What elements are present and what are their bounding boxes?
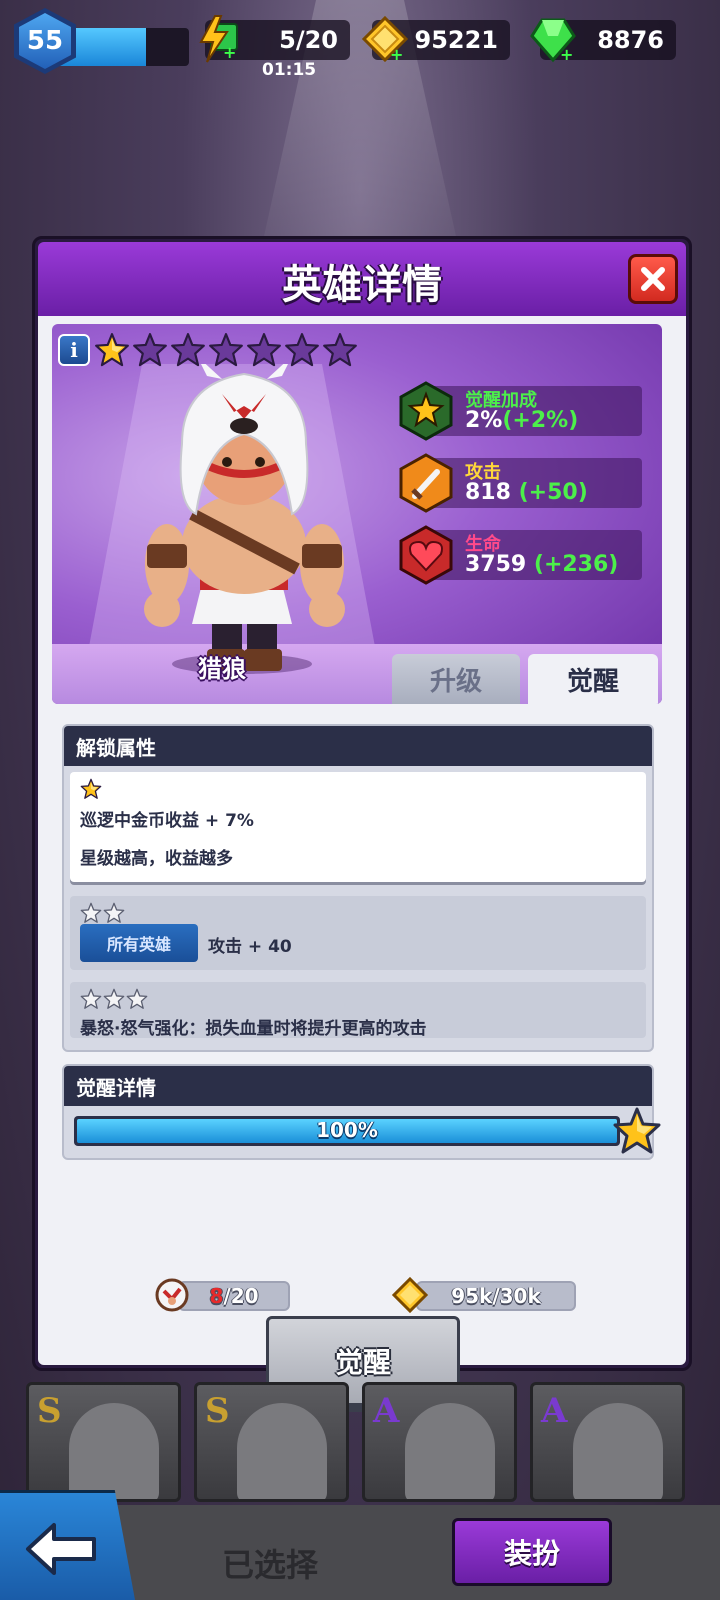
unlock-attributes-section: 解锁属性 巡逻中金币收益 + 7% 星级越高，收益越多 所有英雄 攻击 + 40… bbox=[62, 724, 654, 1052]
stat-value: 818 (+50) bbox=[465, 480, 588, 505]
energy-value: 5/20 bbox=[279, 26, 338, 54]
level-number: 55 bbox=[19, 13, 71, 69]
hero-card[interactable]: A bbox=[530, 1382, 685, 1502]
gray-star-icon bbox=[80, 902, 102, 923]
energy-timer: 01:15 bbox=[262, 60, 317, 80]
unlock-item-3-star: 暴怒·怒气强化：损失血量时将提升更高的攻击 bbox=[70, 982, 646, 1039]
unlock-stars bbox=[80, 902, 125, 924]
hero-star-rating bbox=[94, 332, 358, 368]
all-heroes-tag: 所有英雄 bbox=[80, 924, 198, 962]
empty-star-icon bbox=[323, 333, 357, 367]
hero-rank: S bbox=[37, 1391, 62, 1431]
svg-text:+: + bbox=[223, 43, 236, 62]
empty-star-icon bbox=[171, 333, 205, 367]
star-badge-icon bbox=[399, 381, 453, 441]
gray-star-icon bbox=[126, 988, 148, 1009]
gray-star-icon bbox=[80, 988, 102, 1009]
energy-counter[interactable]: + 5/20 bbox=[199, 15, 350, 63]
unlock-item-2-star: 所有英雄 攻击 + 40 bbox=[70, 896, 646, 970]
info-icon: i bbox=[70, 338, 78, 362]
svg-text:+: + bbox=[560, 45, 573, 64]
modal-title: 英雄详情 bbox=[282, 262, 442, 308]
shard-have: 8 bbox=[209, 1284, 224, 1308]
gold-cost: 95k/30k bbox=[391, 1276, 576, 1314]
shard-cost: 8/20 bbox=[155, 1278, 290, 1312]
hero-character-image bbox=[144, 364, 345, 674]
back-button[interactable] bbox=[0, 1490, 135, 1600]
gold-coin-icon: + bbox=[361, 15, 409, 64]
gray-star-icon bbox=[103, 902, 125, 923]
hero-panel: i 猎狼 觉醒加成 2%(+2%) 攻击 818 (+50) 生命 3759 (… bbox=[52, 324, 662, 704]
close-button[interactable] bbox=[628, 254, 678, 304]
shard-need: /20 bbox=[223, 1284, 259, 1308]
awaken-progress-bar: 100% bbox=[74, 1116, 620, 1146]
modal-body: i 猎狼 觉醒加成 2%(+2%) 攻击 818 (+50) 生命 3759 (… bbox=[38, 316, 686, 1406]
hero-detail-modal: 英雄详情 i 猎狼 觉醒加成 2%(+2%) 攻击 818 (+50) 生命 3… bbox=[32, 236, 692, 1406]
gold-star-icon bbox=[613, 1107, 661, 1154]
unlock-stars bbox=[80, 988, 148, 1010]
gem-value: 8876 bbox=[597, 26, 664, 54]
dress-up-button[interactable]: 装扮 bbox=[452, 1518, 612, 1586]
unlock-attributes-title: 解锁属性 bbox=[64, 726, 652, 766]
stat-row: 攻击 818 (+50) bbox=[397, 453, 642, 513]
hero-card[interactable]: S bbox=[26, 1382, 181, 1502]
gold-counter[interactable]: + 95221 bbox=[361, 15, 510, 64]
empty-star-icon bbox=[133, 333, 167, 367]
svg-text:+: + bbox=[390, 45, 403, 64]
top-bar: 55 + 5/20 01:15 + 95221 + 8876 bbox=[0, 0, 720, 90]
modal-header: 英雄详情 bbox=[38, 242, 686, 316]
hero-rank: A bbox=[541, 1391, 568, 1431]
empty-star-icon bbox=[285, 333, 319, 367]
unlock-stars bbox=[80, 778, 102, 800]
unlock-text: 暴怒·怒气强化：损失血量时将提升更高的攻击 bbox=[80, 1019, 427, 1039]
close-icon bbox=[641, 267, 665, 291]
hero-portrait bbox=[573, 1403, 663, 1499]
stat-value: 3759 (+236) bbox=[465, 552, 619, 577]
gray-star-icon bbox=[103, 988, 125, 1009]
awaken-progress-label: 100% bbox=[316, 1118, 378, 1142]
empty-star-icon bbox=[247, 333, 281, 367]
shard-count: 8/20 bbox=[180, 1284, 288, 1308]
hero-rank: S bbox=[205, 1391, 230, 1431]
filled-star-icon bbox=[80, 778, 102, 799]
hero-card[interactable]: A bbox=[362, 1382, 517, 1502]
unlock-text: 巡逻中金币收益 + 7% bbox=[80, 811, 254, 831]
green-gem-icon: + bbox=[530, 18, 576, 64]
hero-card[interactable]: S bbox=[194, 1382, 349, 1502]
gem-counter[interactable]: + 8876 bbox=[530, 18, 676, 64]
hero-name: 猎狼 bbox=[198, 655, 246, 683]
energy-bolt-icon: + bbox=[199, 15, 238, 63]
hero-portrait bbox=[69, 1403, 159, 1499]
gold-value: 95221 bbox=[414, 26, 499, 54]
heart-badge-icon bbox=[399, 525, 453, 585]
tab-upgrade[interactable]: 升级 bbox=[392, 654, 520, 704]
awaken-details-title: 觉醒详情 bbox=[64, 1066, 652, 1106]
selected-label: 已选择 bbox=[221, 1546, 318, 1584]
filled-star-icon bbox=[95, 333, 129, 367]
info-button[interactable]: i bbox=[58, 334, 90, 366]
stat-row: 生命 3759 (+236) bbox=[397, 525, 642, 585]
tab-awaken[interactable]: 觉醒 bbox=[528, 654, 658, 704]
empty-star-icon bbox=[209, 333, 243, 367]
stat-value: 2%(+2%) bbox=[465, 408, 579, 433]
hero-portrait bbox=[405, 1403, 495, 1499]
unlock-note: 星级越高，收益越多 bbox=[80, 849, 233, 869]
awaken-details-section: 觉醒详情 100% bbox=[62, 1064, 661, 1160]
stat-row: 觉醒加成 2%(+2%) bbox=[397, 381, 642, 441]
sword-badge-icon bbox=[399, 453, 453, 513]
gold-cost-value: 95k/30k bbox=[451, 1284, 541, 1308]
player-level[interactable]: 55 bbox=[14, 8, 189, 74]
unlock-text: 攻击 + 40 bbox=[208, 937, 292, 957]
hero-rank: A bbox=[373, 1391, 400, 1431]
unlock-item-1-star: 巡逻中金币收益 + 7% 星级越高，收益越多 bbox=[70, 772, 646, 882]
hero-portrait bbox=[237, 1403, 327, 1499]
back-arrow-icon bbox=[26, 1523, 96, 1575]
